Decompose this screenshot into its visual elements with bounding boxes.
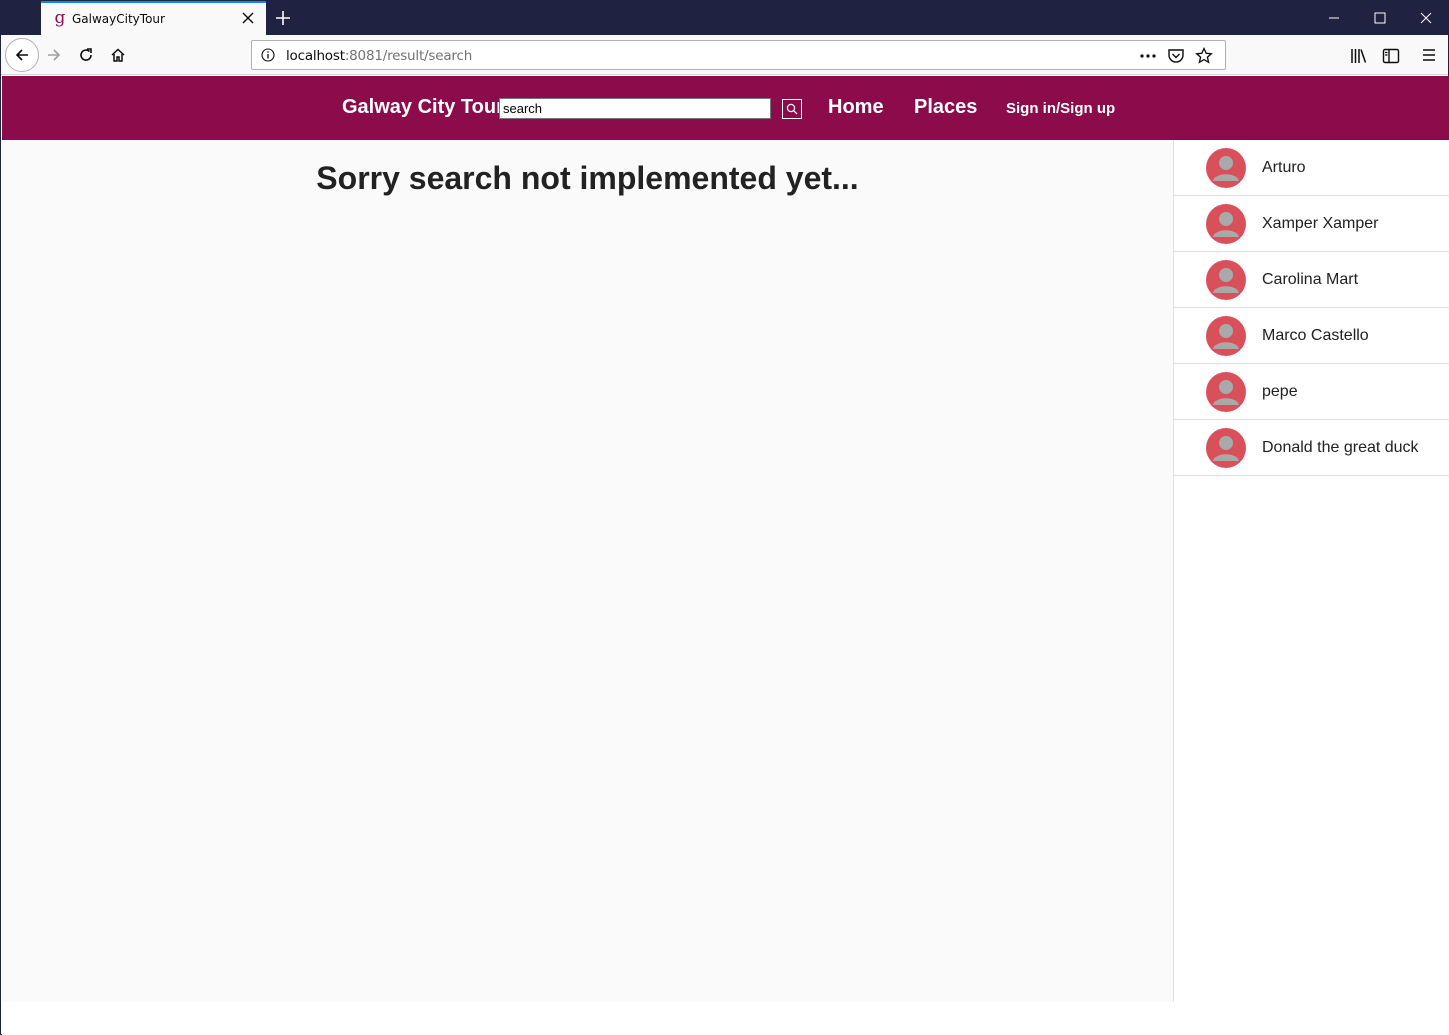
site-navbar: Galway City Tour Home Places Sign in/Sig…: [2, 76, 1449, 140]
maximize-icon[interactable]: [1357, 1, 1403, 35]
nav-home-link[interactable]: Home: [828, 96, 884, 119]
nav-signin-link[interactable]: Sign in/Sign up: [1006, 100, 1115, 117]
browser-window: g GalwayCityTour localhost:8081/result/s…: [0, 0, 1449, 1035]
user-list-sidebar: Arturo Xamper Xamper Carolina Mart Marco…: [1173, 140, 1449, 1002]
user-name: Donald the great duck: [1262, 439, 1419, 456]
user-list-item[interactable]: Donald the great duck: [1174, 420, 1449, 476]
close-tab-icon[interactable]: [240, 10, 256, 26]
more-actions-icon[interactable]: [1139, 47, 1157, 65]
user-list-item[interactable]: Carolina Mart: [1174, 252, 1449, 308]
info-icon[interactable]: [261, 48, 275, 62]
home-icon[interactable]: [103, 40, 133, 70]
avatar-icon: [1206, 260, 1246, 300]
url-actions: [1139, 46, 1219, 65]
avatar-icon: [1206, 372, 1246, 412]
tab-title: GalwayCityTour: [72, 12, 165, 26]
user-name: pepe: [1262, 383, 1298, 400]
avatar-icon: [1206, 148, 1246, 188]
user-list-item[interactable]: Xamper Xamper: [1174, 196, 1449, 252]
pocket-icon[interactable]: [1167, 47, 1185, 65]
user-name: Xamper Xamper: [1262, 215, 1379, 232]
browser-tab[interactable]: g GalwayCityTour: [41, 1, 266, 35]
forward-icon[interactable]: [39, 40, 69, 70]
url-bar[interactable]: localhost:8081/result/search: [251, 40, 1226, 70]
search-icon: [786, 103, 798, 115]
avatar-icon: [1206, 204, 1246, 244]
close-window-icon[interactable]: [1403, 1, 1449, 35]
user-name: Arturo: [1262, 159, 1306, 176]
tab-strip: g GalwayCityTour: [1, 1, 1448, 35]
new-tab-icon[interactable]: [273, 8, 293, 28]
site-brand[interactable]: Galway City Tour: [342, 96, 504, 119]
user-name: Marco Castello: [1262, 327, 1369, 344]
user-list-item[interactable]: pepe: [1174, 364, 1449, 420]
sidebar-toggle-icon[interactable]: [1375, 40, 1405, 70]
search-button[interactable]: [782, 99, 802, 119]
minimize-icon[interactable]: [1311, 1, 1357, 35]
page-content: Galway City Tour Home Places Sign in/Sig…: [2, 76, 1449, 1002]
user-name: Carolina Mart: [1262, 271, 1359, 288]
url-text[interactable]: localhost:8081/result/search: [286, 48, 472, 64]
url-host: localhost: [286, 48, 345, 64]
bookmark-star-icon[interactable]: [1195, 46, 1213, 65]
library-icon[interactable]: [1343, 40, 1373, 70]
user-list-item[interactable]: Marco Castello: [1174, 308, 1449, 364]
menu-icon[interactable]: [1414, 40, 1444, 70]
window-bottom-area: [2, 1002, 1449, 1035]
nav-places-link[interactable]: Places: [914, 96, 977, 119]
page-heading: Sorry search not implemented yet...: [316, 160, 859, 196]
avatar-icon: [1206, 428, 1246, 468]
browser-toolbar: localhost:8081/result/search: [1, 35, 1448, 75]
favicon-icon: g: [54, 8, 66, 28]
url-path: :8081/result/search: [344, 48, 473, 64]
avatar-icon: [1206, 316, 1246, 356]
back-icon[interactable]: [5, 38, 39, 72]
user-list-item[interactable]: Arturo: [1174, 140, 1449, 196]
search-input[interactable]: [499, 98, 771, 119]
reload-icon[interactable]: [71, 40, 101, 70]
